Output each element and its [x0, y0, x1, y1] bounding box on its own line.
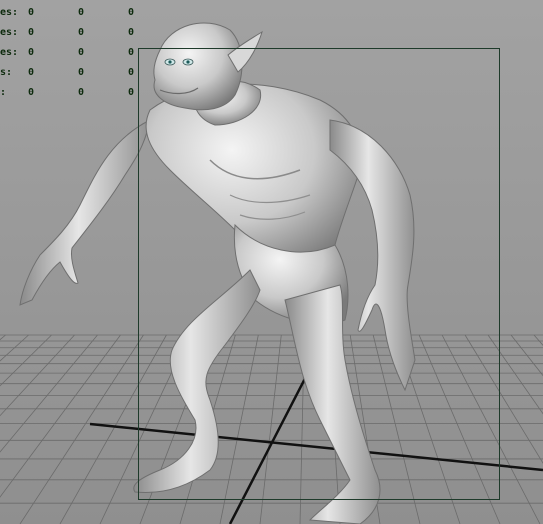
hud-value: 0 — [128, 67, 135, 78]
hud-label: es: — [0, 47, 19, 58]
heads-up-display: es: 0 0 0 es: 0 0 0 es: 0 0 0 s: 0 0 0 :… — [0, 3, 150, 103]
resolution-gate-frame — [138, 48, 500, 500]
hud-row: s: 0 0 0 — [0, 63, 150, 83]
hud-value: 0 — [78, 87, 85, 98]
hud-value: 0 — [128, 27, 135, 38]
hud-value: 0 — [78, 7, 85, 18]
hud-label: es: — [0, 27, 19, 38]
hud-value: 0 — [128, 87, 135, 98]
hud-label: s: — [0, 67, 13, 78]
hud-value: 0 — [78, 47, 85, 58]
hud-label: : — [0, 87, 7, 98]
hud-value: 0 — [28, 27, 35, 38]
hud-row: es: 0 0 0 — [0, 3, 150, 23]
hud-row: : 0 0 0 — [0, 83, 150, 103]
hud-row: es: 0 0 0 — [0, 23, 150, 43]
hud-row: es: 0 0 0 — [0, 43, 150, 63]
3d-viewport[interactable]: es: 0 0 0 es: 0 0 0 es: 0 0 0 s: 0 0 0 :… — [0, 0, 543, 524]
hud-value: 0 — [28, 47, 35, 58]
hud-value: 0 — [28, 87, 35, 98]
hud-value: 0 — [128, 7, 135, 18]
hud-value: 0 — [128, 47, 135, 58]
hud-value: 0 — [28, 7, 35, 18]
hud-value: 0 — [28, 67, 35, 78]
hud-label: es: — [0, 7, 19, 18]
hud-value: 0 — [78, 27, 85, 38]
hud-value: 0 — [78, 67, 85, 78]
